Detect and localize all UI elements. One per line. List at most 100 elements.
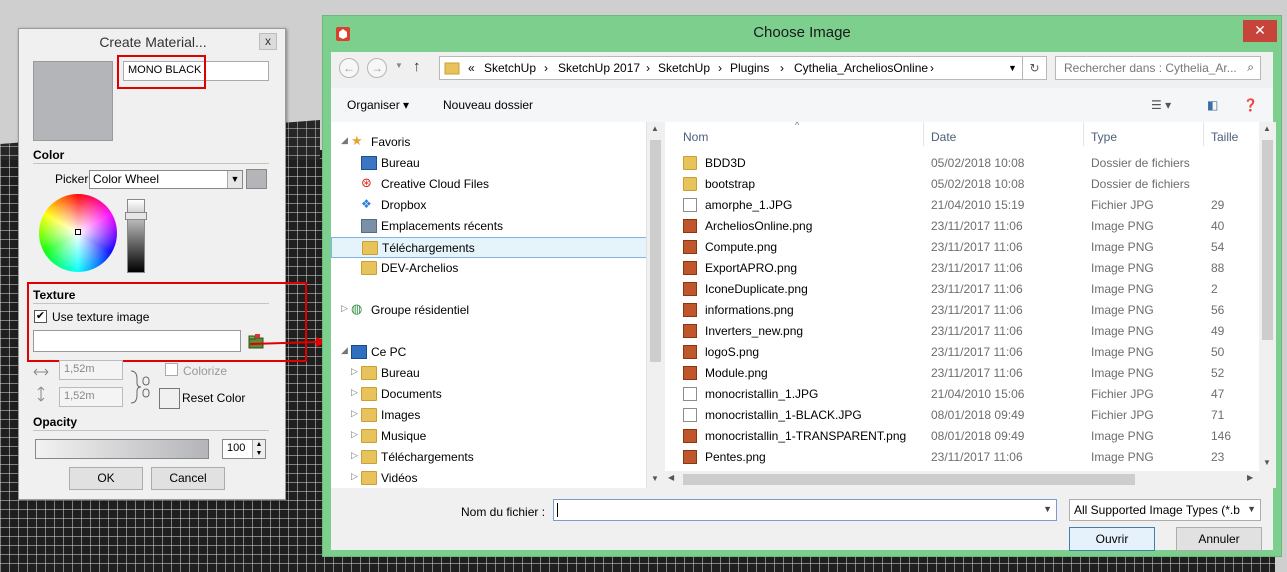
ok-button[interactable]: OK (69, 467, 143, 490)
colorize-checkbox[interactable] (165, 363, 178, 376)
scroll-right-icon[interactable]: ▶ (1247, 473, 1253, 482)
file-row[interactable]: ExportAPRO.png 23/11/2017 11:06 Image PNG 8… (665, 258, 1273, 279)
column-header-date[interactable]: Date (931, 130, 956, 144)
close-button[interactable]: x (259, 33, 277, 50)
color-wheel-cursor[interactable] (75, 229, 81, 235)
breadcrumb-item-plugins[interactable]: Plugins (730, 61, 769, 75)
scroll-up-icon[interactable]: ▲ (651, 124, 659, 133)
cancel-button[interactable]: Annuler (1176, 527, 1262, 551)
column-header-type[interactable]: Type (1091, 130, 1117, 144)
picked-color-swatch[interactable] (246, 169, 267, 189)
nav-scroll-thumb[interactable] (650, 140, 661, 362)
cancel-button[interactable]: Cancel (151, 467, 225, 490)
refresh-button[interactable]: ↻ (1023, 56, 1047, 80)
search-input[interactable]: Rechercher dans : Cythelia_Ar... ⌕ (1055, 56, 1261, 80)
file-scroll-thumb[interactable] (1262, 140, 1273, 340)
scroll-up-icon[interactable]: ▲ (1263, 124, 1271, 133)
expand-arrow-icon[interactable]: ▷ (351, 408, 358, 419)
file-row[interactable]: Inverters_new.png 23/11/2017 11:06 Image P… (665, 321, 1273, 342)
breadcrumb-overflow[interactable]: « (468, 61, 475, 75)
title-bar[interactable]: Choose Image ✕ (323, 16, 1281, 52)
texture-path-input[interactable] (33, 330, 241, 352)
collapse-arrow-icon[interactable]: ◢ (341, 345, 348, 356)
file-row[interactable]: bootstrap 05/02/2018 10:08 Dossier de fich… (665, 174, 1273, 195)
nav-pc-bureau[interactable]: ▷ Bureau (331, 363, 646, 384)
chevron-down-icon[interactable]: ▼ (1008, 63, 1017, 73)
nav-favorites-bureau[interactable]: Bureau (331, 153, 646, 174)
filetype-select[interactable]: All Supported Image Types (*.b ▼ (1069, 499, 1261, 521)
file-row[interactable]: IconeDuplicate.png 23/11/2017 11:06 Image … (665, 279, 1273, 300)
scroll-down-icon[interactable]: ▼ (1263, 458, 1271, 467)
address-bar[interactable]: « SketchUp › SketchUp 2017 › SketchUp › … (439, 56, 1023, 80)
nav-pc-music[interactable]: ▷ Musique (331, 426, 646, 447)
column-separator[interactable] (923, 122, 924, 146)
scroll-down-icon[interactable]: ▼ (651, 474, 659, 483)
nav-pc-downloads[interactable]: ▷ Téléchargements (331, 447, 646, 468)
nav-favorites-creative-cloud[interactable]: ⊛ Creative Cloud Files (331, 174, 646, 195)
breadcrumb-item-cythelia[interactable]: Cythelia_ArcheliosOnline (794, 61, 928, 75)
file-row[interactable]: amorphe_1.JPG 21/04/2010 15:19 Fichier JPG… (665, 195, 1273, 216)
column-header-size[interactable]: Taille (1211, 130, 1238, 144)
file-row[interactable]: BDD3D 05/02/2018 10:08 Dossier de fichiers (665, 153, 1273, 174)
filename-input[interactable]: ▼ (553, 499, 1057, 521)
texture-width-input[interactable]: 1,52m (59, 360, 123, 380)
column-separator[interactable] (1203, 122, 1204, 146)
view-options-icon[interactable]: ☰ ▾ (1151, 98, 1171, 112)
expand-arrow-icon[interactable]: ▷ (341, 303, 348, 314)
up-folder-button[interactable]: ↑ (413, 58, 421, 75)
nav-pc-images[interactable]: ▷ Images (331, 405, 646, 426)
recent-locations-icon[interactable]: ▼ (395, 61, 403, 70)
open-button[interactable]: Ouvrir (1069, 527, 1155, 551)
nav-favorites-dev-archelios[interactable]: DEV-Archelios (331, 258, 646, 279)
reset-color-label[interactable]: Reset Color (182, 391, 245, 405)
close-button[interactable]: ✕ (1243, 20, 1277, 42)
file-row[interactable]: Module.png 23/11/2017 11:06 Image PNG 52 (665, 363, 1273, 384)
nav-favorites-downloads[interactable]: Téléchargements (331, 237, 646, 258)
forward-button[interactable]: → (367, 58, 387, 78)
file-list-scrollbar[interactable]: ▲ ▼ (1259, 122, 1276, 488)
nav-this-pc[interactable]: ◢ Ce PC (331, 342, 646, 363)
nav-pc-videos[interactable]: ▷ Vidéos (331, 468, 646, 488)
file-row[interactable]: informations.png 23/11/2017 11:06 Image PN… (665, 300, 1273, 321)
aspect-lock-icon[interactable] (129, 369, 153, 405)
organise-menu[interactable]: Organiser ▾ (347, 98, 409, 112)
help-icon[interactable]: ❓ (1243, 98, 1258, 112)
file-row[interactable]: logoS.png 23/11/2017 11:06 Image PNG 50 (665, 342, 1273, 363)
expand-arrow-icon[interactable]: ▷ (351, 366, 358, 377)
back-button[interactable]: ← (339, 58, 359, 78)
breadcrumb-item-sketchup-2017[interactable]: SketchUp 2017 (558, 61, 640, 75)
breadcrumb-item-sketchup-sub[interactable]: SketchUp (658, 61, 710, 75)
texture-height-input[interactable]: 1,52m (59, 387, 123, 407)
expand-arrow-icon[interactable]: ▷ (351, 387, 358, 398)
collapse-arrow-icon[interactable]: ◢ (341, 135, 348, 146)
file-row[interactable]: monocristallin_1-BLACK.JPG 08/01/2018 09:… (665, 405, 1273, 426)
nav-favorites[interactable]: ◢ ★ Favoris (331, 132, 646, 153)
chevron-down-icon[interactable]: ▼ (227, 171, 242, 188)
expand-arrow-icon[interactable]: ▷ (351, 450, 358, 461)
scroll-left-icon[interactable]: ◀ (668, 473, 674, 482)
file-row[interactable]: Compute.png 23/11/2017 11:06 Image PNG 54 (665, 237, 1273, 258)
chevron-down-icon[interactable]: ▼ (1247, 504, 1256, 514)
column-header-name[interactable]: Nom (683, 130, 708, 144)
reset-color-swatch[interactable] (159, 388, 180, 409)
nav-favorites-dropbox[interactable]: ❖ Dropbox (331, 195, 646, 216)
preview-pane-icon[interactable]: ◧ (1207, 98, 1218, 112)
column-separator[interactable] (1083, 122, 1084, 146)
use-texture-checkbox[interactable]: ✔ (34, 310, 47, 323)
expand-arrow-icon[interactable]: ▷ (351, 429, 358, 440)
chevron-down-icon[interactable]: ▼ (1043, 504, 1052, 514)
opacity-slider[interactable] (35, 439, 209, 459)
file-row[interactable]: ArcheliosOnline.png 23/11/2017 11:06 Image… (665, 216, 1273, 237)
breadcrumb-item-sketchup[interactable]: SketchUp (484, 61, 536, 75)
hscroll-thumb[interactable] (683, 474, 1135, 485)
nav-homegroup[interactable]: ▷ ◍ Groupe résidentiel (331, 300, 646, 321)
brightness-slider[interactable] (127, 199, 145, 273)
new-folder-button[interactable]: Nouveau dossier (443, 98, 533, 112)
picker-select[interactable]: Color Wheel ▼ (89, 170, 243, 189)
brightness-slider-thumb[interactable] (125, 212, 147, 220)
file-row[interactable]: monocristallin_1.JPG 21/04/2010 15:06 Fich… (665, 384, 1273, 405)
file-row[interactable]: monocristallin_1-TRANSPARENT.png 08/01/20… (665, 426, 1273, 447)
expand-arrow-icon[interactable]: ▷ (351, 471, 358, 482)
opacity-spinner[interactable]: ▲ ▼ (252, 440, 265, 458)
nav-pc-documents[interactable]: ▷ Documents (331, 384, 646, 405)
